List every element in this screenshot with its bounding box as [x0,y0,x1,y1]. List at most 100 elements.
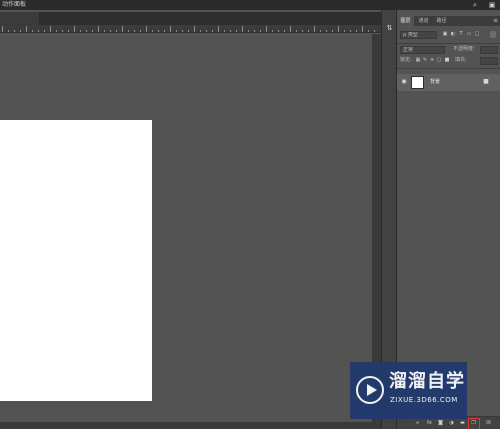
horizontal-ruler [0,25,381,33]
ruler-tick [200,30,201,32]
shape-filter-icon[interactable]: ▭ [466,31,472,38]
opacity-field[interactable] [480,46,498,54]
adjustment-layer-icon[interactable]: ◑ [448,420,455,427]
ruler-tick [62,30,63,32]
ruler-tick [14,30,15,32]
adjustment-filter-icon[interactable]: ◐ [450,31,456,38]
document-tab[interactable] [0,12,40,25]
ruler-tick [104,30,105,32]
mask-icon[interactable]: ◙ [437,420,444,427]
ruler-tick [332,30,333,32]
ruler-tick [68,30,69,32]
highlight-box [468,418,480,429]
lock-label: 锁定: [400,57,412,63]
panel-separator [397,43,500,44]
panel-menu-icon[interactable]: ≡ [493,16,498,26]
ruler-tick [170,26,171,32]
fx-icon[interactable]: fx [426,420,433,427]
ruler-tick [242,26,243,32]
ruler-tick [362,26,363,32]
tab-channels[interactable]: 通道 [415,16,432,26]
lock-artboard-icon[interactable]: ▢ [436,57,442,64]
adjust-panel-icon[interactable]: ⇅ [385,23,394,34]
photoshop-window: 动作面板 ⌕ ▣ ⇅ 图层 通道 路径 ≡ ρ 类型 ▣ ◐ T ▭ □ 正常 … [0,0,500,429]
ruler-tick [194,26,195,32]
document-canvas[interactable] [0,120,152,401]
ruler-tick [206,30,207,32]
layer-row[interactable]: ◉ 背景 ■ [397,74,500,91]
ruler-tick [338,26,339,32]
trash-icon[interactable]: ☒ [485,420,492,427]
fill-field[interactable] [480,57,498,65]
ruler-tick [50,26,51,32]
eye-icon[interactable]: ◉ [400,78,408,86]
watermark-name: 溜溜自学 [389,371,465,392]
type-filter-icon[interactable]: T [458,31,464,38]
ruler-tick [116,30,117,32]
layer-name: 背景 [430,79,441,85]
watermark-logo-icon [356,376,384,404]
ruler-tick [128,30,129,32]
group-folder-icon[interactable]: ▬ [459,420,466,427]
ruler-tick [182,30,183,32]
ruler-tick [26,26,27,32]
ruler-tick [2,26,3,32]
lock-row: 锁定: ▦ ✎ ✛ ▢ ■ 填充: [397,56,500,66]
lock-icon: ■ [483,78,489,85]
ruler-tick [278,30,279,32]
ruler-tick [98,26,99,32]
ruler-tick [188,30,189,32]
fill-label: 填充: [455,57,467,63]
link-icon[interactable]: ∞ [414,420,421,427]
ruler-tick [344,30,345,32]
blend-mode-select[interactable]: 正常 [400,46,445,54]
ruler-tick [248,30,249,32]
ruler-tick [158,30,159,32]
lock-paint-icon[interactable]: ✎ [422,57,428,64]
ruler-tick [32,30,33,32]
ruler-tick [110,30,111,32]
image-filter-icon[interactable]: ▣ [442,31,448,38]
ruler-tick [260,30,261,32]
search-icon[interactable]: ⌕ [471,1,479,9]
ruler-tick [92,30,93,32]
ruler-tick [356,30,357,32]
ruler-tick [320,30,321,32]
filter-toggle[interactable] [490,31,496,38]
ruler-tick [152,30,153,32]
ruler-tick [368,30,369,32]
panel-tabs: 图层 通道 路径 ≡ [397,16,500,26]
ruler-tick [326,30,327,32]
title-bar: 动作面板 ⌕ ▣ [0,0,500,10]
lock-position-icon[interactable]: ✛ [429,57,435,64]
ruler-tick [314,26,315,32]
ruler-tick [272,30,273,32]
ruler-tick [296,30,297,32]
ruler-tick [230,30,231,32]
ruler-tick [302,30,303,32]
ruler-tick [38,30,39,32]
lock-all-icon[interactable]: ■ [444,57,450,64]
ruler-tick [374,30,375,32]
filter-type-select[interactable]: ρ 类型 [400,31,437,39]
workspace-icon[interactable]: ▣ [488,1,496,9]
ruler-tick [218,26,219,32]
ruler-tick [236,30,237,32]
tab-layers[interactable]: 图层 [397,16,414,26]
document-tab-bar [0,12,381,25]
smart-object-filter-icon[interactable]: □ [474,31,480,38]
opacity-label: 不透明度: [453,46,475,52]
ruler-tick [290,26,291,32]
blend-row: 正常 不透明度: [397,45,500,55]
panel-separator [397,68,500,69]
ruler-tick [212,30,213,32]
horizontal-scrollbar[interactable] [0,422,381,429]
ruler-tick [284,30,285,32]
ruler-tick [224,30,225,32]
tab-paths[interactable]: 路径 [433,16,450,26]
ruler-tick [74,26,75,32]
canvas-area[interactable] [0,34,372,422]
ruler-tick [254,30,255,32]
lock-pixels-icon[interactable]: ▦ [415,57,421,64]
ruler-tick [122,26,123,32]
